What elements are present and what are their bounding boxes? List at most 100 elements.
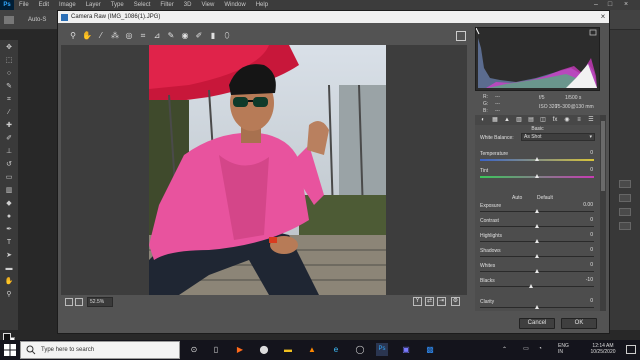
zoom-level-select[interactable]: 52.5% bbox=[87, 297, 113, 307]
swap-icon[interactable]: ⇄ bbox=[425, 297, 434, 306]
menu-edit[interactable]: Edit bbox=[34, 2, 54, 8]
view-toggle-icon[interactable]: Y bbox=[413, 297, 422, 306]
slider-thumb[interactable] bbox=[535, 174, 539, 178]
slider-row[interactable]: Tint 0 bbox=[475, 167, 600, 182]
windows-start-icon[interactable] bbox=[4, 344, 16, 356]
slider-value-input[interactable]: 0.00 bbox=[571, 202, 595, 209]
tone-curve-tab-icon[interactable]: ▦ bbox=[491, 117, 499, 124]
white-balance-select[interactable]: As Shot ▾ bbox=[521, 133, 595, 141]
task-view-icon[interactable]: ▯ bbox=[210, 343, 222, 356]
blur-icon[interactable]: ◆ bbox=[4, 200, 14, 208]
menu-layer[interactable]: Layer bbox=[81, 2, 106, 8]
app-icon[interactable]: ▩ bbox=[424, 343, 436, 356]
effects-tab-icon[interactable]: fx bbox=[551, 117, 559, 124]
quick-select-icon[interactable]: ✎ bbox=[4, 83, 14, 91]
eraser-icon[interactable]: ▭ bbox=[4, 174, 14, 182]
slider-row[interactable]: Contrast 0 bbox=[475, 217, 600, 232]
edge-icon[interactable]: e bbox=[330, 343, 342, 356]
straighten-icon[interactable]: ⊿ bbox=[152, 31, 162, 41]
copy-settings-icon[interactable]: ⇥ bbox=[437, 297, 446, 306]
cancel-button[interactable]: Cancel bbox=[519, 318, 555, 329]
hsl-tab-icon[interactable]: ▥ bbox=[515, 117, 523, 124]
slider-row[interactable]: Clarity 0 bbox=[475, 298, 600, 311]
split-toning-tab-icon[interactable]: ▤ bbox=[527, 117, 535, 124]
language-indicator[interactable]: ENG IN bbox=[558, 343, 569, 355]
healing-icon[interactable]: ✚ bbox=[4, 122, 14, 130]
file-explorer-icon[interactable]: ▬ bbox=[282, 343, 294, 356]
minimize-icon[interactable]: – bbox=[590, 0, 602, 10]
app-icon[interactable]: ▣ bbox=[400, 343, 412, 356]
panel-scrollbar[interactable] bbox=[600, 115, 606, 311]
zoom-icon[interactable]: ⚲ bbox=[4, 291, 14, 299]
panel-icon[interactable] bbox=[619, 194, 631, 202]
app-icon[interactable]: ◯ bbox=[354, 343, 366, 356]
move-icon[interactable]: ✥ bbox=[4, 44, 14, 52]
color-sampler-icon[interactable]: ⁂ bbox=[110, 31, 120, 41]
menu-help[interactable]: Help bbox=[251, 2, 273, 8]
slider-row[interactable]: Shadows 0 bbox=[475, 247, 600, 262]
auto-link[interactable]: Auto bbox=[512, 195, 522, 201]
panel-icon[interactable] bbox=[619, 180, 631, 188]
image-preview-area[interactable] bbox=[61, 45, 467, 295]
slider-thumb[interactable] bbox=[535, 209, 539, 213]
white-balance-tool-icon[interactable]: ⁄ bbox=[96, 31, 106, 41]
slider-row[interactable]: Highlights 0 bbox=[475, 232, 600, 247]
menu-view[interactable]: View bbox=[196, 2, 219, 8]
zoom-tool-icon[interactable]: ⚲ bbox=[68, 31, 78, 41]
basic-tab-icon[interactable]: ◐ bbox=[479, 117, 487, 124]
task-view-icon[interactable]: ⊙ bbox=[188, 343, 200, 356]
photoshop-taskbar-icon[interactable]: Ps bbox=[376, 343, 388, 356]
app-icon[interactable]: ⬤ bbox=[258, 343, 270, 356]
panel-icon[interactable] bbox=[619, 222, 631, 230]
menu-select[interactable]: Select bbox=[129, 2, 156, 8]
slider-row[interactable]: Temperature 0 bbox=[475, 150, 600, 165]
menu-filter[interactable]: Filter bbox=[155, 2, 178, 8]
dodge-icon[interactable]: ● bbox=[4, 213, 14, 221]
slider-value-input[interactable]: 0 bbox=[571, 298, 595, 305]
gradient-icon[interactable]: ▥ bbox=[4, 187, 14, 195]
lasso-icon[interactable]: ○ bbox=[4, 70, 14, 78]
detail-tab-icon[interactable]: ▲ bbox=[503, 117, 511, 124]
marquee-icon[interactable]: ⬚ bbox=[4, 57, 14, 65]
slider-row[interactable]: Blacks -10 bbox=[475, 277, 600, 292]
slider-value-input[interactable]: 0 bbox=[571, 262, 595, 269]
slider-thumb[interactable] bbox=[535, 157, 539, 161]
shape-icon[interactable]: ▬ bbox=[4, 265, 14, 273]
menu-file[interactable]: File bbox=[14, 2, 34, 8]
menu-window[interactable]: Window bbox=[219, 2, 250, 8]
slider-track[interactable] bbox=[480, 286, 594, 287]
menu-image[interactable]: Image bbox=[54, 2, 81, 8]
slider-thumb[interactable] bbox=[535, 239, 539, 243]
slider-thumb[interactable] bbox=[529, 284, 534, 288]
graduated-filter-icon[interactable]: ▮ bbox=[208, 31, 218, 41]
hand-icon[interactable]: ✋ bbox=[4, 278, 14, 286]
crop-icon[interactable]: ⌗ bbox=[4, 96, 14, 104]
slider-value-input[interactable]: 0 bbox=[571, 247, 595, 254]
radial-filter-icon[interactable]: ⬯ bbox=[222, 31, 232, 41]
type-icon[interactable]: T bbox=[4, 239, 14, 247]
red-eye-icon[interactable]: ◉ bbox=[180, 31, 190, 41]
crop-tool-icon[interactable]: ⌗ bbox=[138, 31, 148, 41]
slider-row[interactable]: Whites 0 bbox=[475, 262, 600, 277]
battery-icon[interactable]: ▭ bbox=[520, 343, 532, 356]
close-icon[interactable]: × bbox=[620, 0, 632, 10]
slider-value-input[interactable]: 0 bbox=[571, 150, 595, 157]
system-clock[interactable]: 12:14 AM 10/25/2020 bbox=[585, 343, 621, 355]
preview-settings-icon[interactable]: ⚙ bbox=[451, 297, 460, 306]
zoom-out-icon[interactable] bbox=[65, 298, 73, 306]
targeted-adjust-icon[interactable]: ◎ bbox=[124, 31, 134, 41]
brush-icon[interactable]: ✐ bbox=[4, 135, 14, 143]
taskbar-search-input[interactable]: Type here to search bbox=[20, 341, 180, 359]
slider-row[interactable]: Exposure 0.00 bbox=[475, 202, 600, 217]
menu-type[interactable]: Type bbox=[106, 2, 129, 8]
history-brush-icon[interactable]: ↺ bbox=[4, 161, 14, 169]
slider-thumb[interactable] bbox=[535, 224, 539, 228]
path-select-icon[interactable]: ➤ bbox=[4, 252, 14, 260]
lens-tab-icon[interactable]: ◫ bbox=[539, 117, 547, 124]
slider-value-input[interactable]: -10 bbox=[571, 277, 595, 284]
move-tool-icon[interactable] bbox=[4, 16, 14, 24]
maximize-icon[interactable]: □ bbox=[604, 0, 616, 10]
slider-thumb[interactable] bbox=[535, 254, 539, 258]
default-link[interactable]: Default bbox=[537, 195, 553, 201]
fullscreen-toggle-icon[interactable] bbox=[456, 31, 466, 41]
